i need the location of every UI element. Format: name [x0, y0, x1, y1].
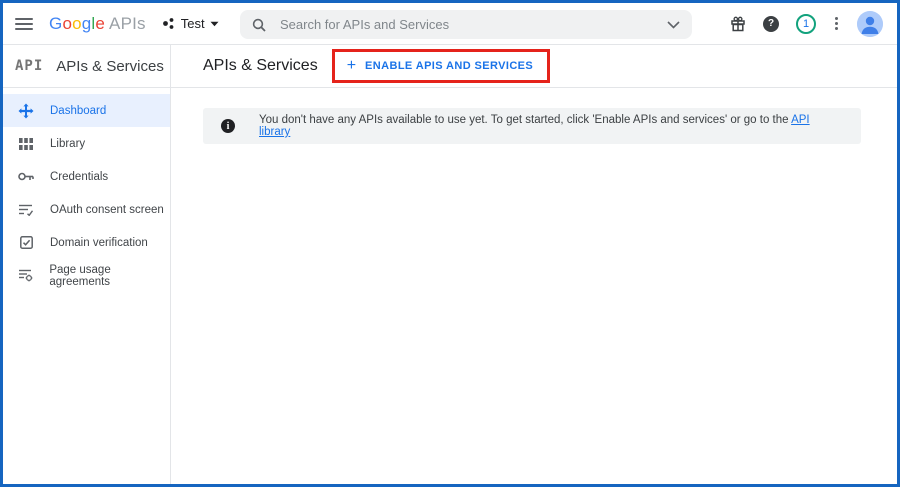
dashboard-icon: [17, 103, 35, 119]
enable-apis-button[interactable]: + ENABLE APIS AND SERVICES: [347, 58, 533, 74]
google-logo-google: Google: [49, 14, 105, 34]
key-icon: [17, 172, 35, 181]
banner-text: You don't have any APIs available to use…: [259, 114, 843, 138]
top-app-bar: Google APIs Test: [3, 3, 897, 45]
page-title: APIs & Services: [203, 57, 318, 75]
project-selector[interactable]: Test: [162, 16, 219, 31]
search-expand-chevron-icon[interactable]: [667, 21, 680, 29]
notification-count-badge[interactable]: 1: [796, 14, 816, 34]
sidebar-item-oauth-consent-screen[interactable]: OAuth consent screen: [3, 193, 170, 226]
sidebar-title: APIs & Services: [56, 58, 164, 75]
project-dropdown-caret-icon: [210, 21, 219, 27]
more-options-icon[interactable]: [833, 15, 840, 32]
sidebar-item-dashboard[interactable]: Dashboard: [3, 94, 170, 127]
main-content: i You don't have any APIs available to u…: [171, 88, 897, 484]
app-window: Google APIs Test: [0, 0, 900, 487]
gift-icon[interactable]: [730, 16, 746, 32]
project-name: Test: [181, 16, 205, 31]
annotation-box: + ENABLE APIS AND SERVICES: [332, 49, 550, 83]
search-icon: [252, 18, 266, 32]
sidebar-item-credentials[interactable]: Credentials: [3, 160, 170, 193]
search-bar[interactable]: [240, 10, 692, 39]
sidebar-item-domain-verification[interactable]: Domain verification: [3, 226, 170, 259]
agreements-gear-icon: [17, 269, 34, 282]
library-icon: [17, 138, 35, 150]
sidebar-header: API APIs & Services: [3, 45, 171, 87]
verified-checkbox-icon: [17, 236, 35, 249]
search-input[interactable]: [278, 16, 667, 33]
consent-list-icon: [17, 204, 35, 216]
info-banner: i You don't have any APIs available to u…: [203, 108, 861, 144]
project-cluster-icon: [162, 17, 175, 30]
plus-icon: +: [347, 58, 356, 74]
google-apis-logo[interactable]: Google APIs: [49, 14, 146, 34]
api-logo: API: [15, 58, 43, 74]
hamburger-menu-icon[interactable]: [15, 18, 33, 30]
info-icon: i: [221, 119, 235, 133]
topbar-actions: ? 1: [730, 11, 883, 37]
user-avatar[interactable]: [857, 11, 883, 37]
page-header-row: API APIs & Services APIs & Services + EN…: [3, 45, 897, 88]
help-icon[interactable]: ?: [763, 16, 779, 32]
google-logo-apis: APIs: [109, 14, 146, 34]
sidebar-item-library[interactable]: Library: [3, 127, 170, 160]
main-header: APIs & Services + ENABLE APIS AND SERVIC…: [171, 45, 897, 87]
person-icon: [857, 11, 883, 37]
sidebar-nav: Dashboard Library: [3, 88, 171, 484]
sidebar-item-page-usage-agreements[interactable]: Page usage agreements: [3, 259, 170, 292]
